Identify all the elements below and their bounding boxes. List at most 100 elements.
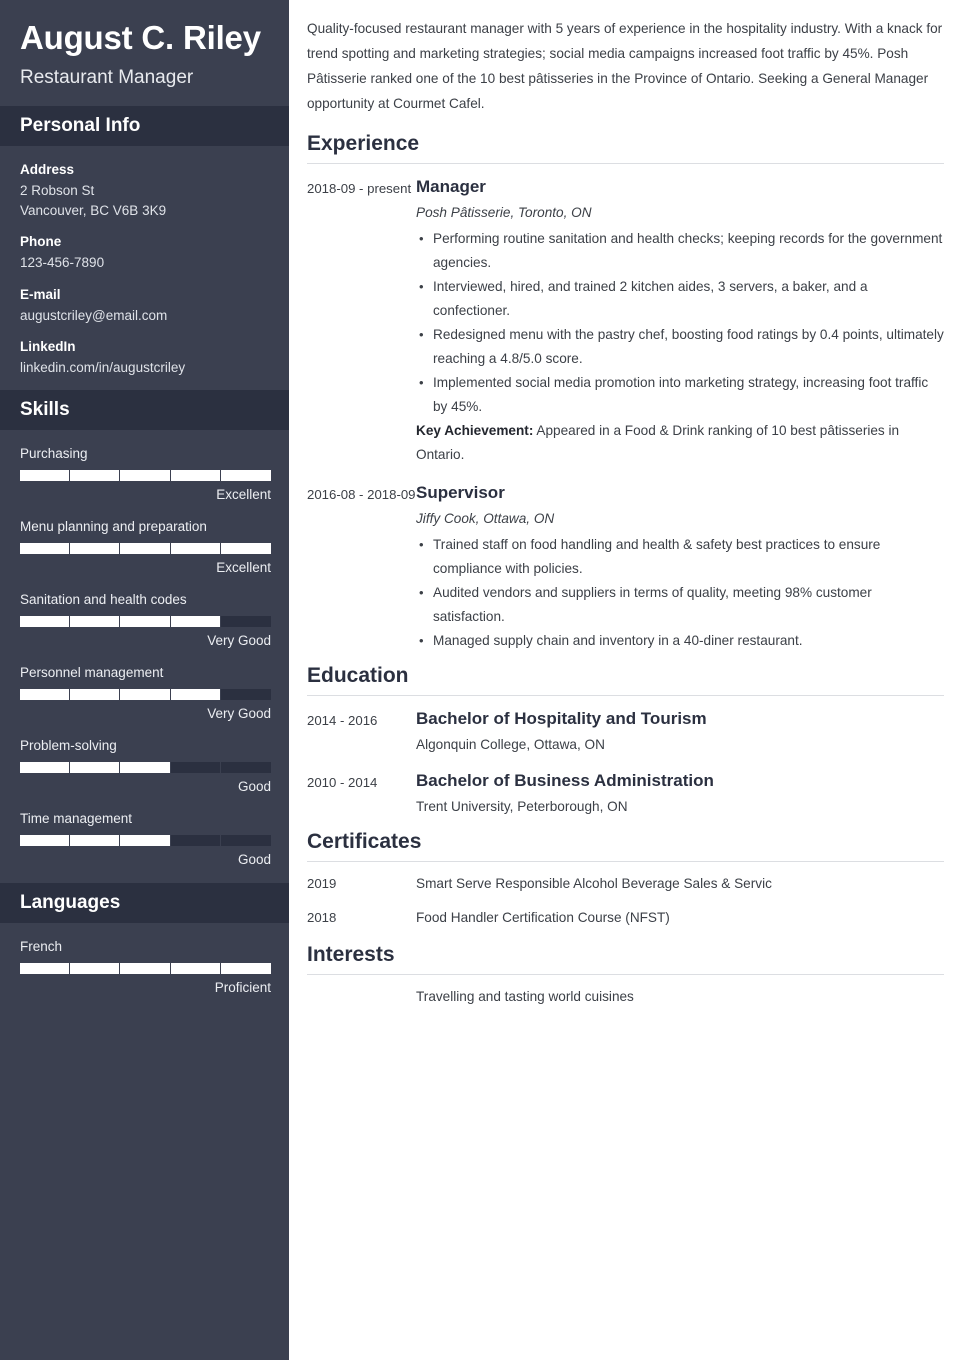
skill-item: Purchasing Excellent [20,444,271,504]
bar-segment [120,761,171,773]
certificate-row: 2019 Smart Serve Responsible Alcohol Bev… [307,873,944,895]
language-level-bar [20,962,271,974]
bar-segment [20,834,71,846]
skill-name: Purchasing [20,445,88,461]
section-divider [307,695,944,696]
skill-item: Sanitation and health codes Very Good [20,590,271,650]
entry-bullets: Performing routine sanitation and health… [416,227,944,419]
entry-dates: 2010 - 2014 [307,775,378,790]
entry-details: Manager Posh Pâtisserie, Toronto, ON Per… [416,175,944,467]
info-label: E-mail [20,286,61,302]
bar-segment [70,688,121,700]
info-value: Vancouver, BC V6B 3K9 [20,202,167,218]
skills-body: Purchasing Excellent Menu planning and p… [0,430,289,883]
entry-details: Supervisor Jiffy Cook, Ottawa, ON Traine… [416,481,944,653]
personal-info-heading: Personal Info [20,115,141,136]
skill-name: Time management [20,810,133,826]
bar-segment [171,834,221,846]
certificates-section: Certificates 2019 Smart Serve Responsibl… [307,829,944,929]
bar-segment [20,615,71,627]
skill-level-bar [20,688,271,700]
certificates-heading: Certificates [307,830,422,853]
bullet-item: Redesigned menu with the pastry chef, bo… [416,323,944,371]
bar-segment [120,469,171,481]
interest-text: Travelling and tasting world cuisines [416,989,634,1004]
entry-bullets: Trained staff on food handling and healt… [416,533,944,653]
certificate-name: Food Handler Certification Course (NFST) [416,910,670,925]
entry-role: Supervisor [416,483,505,502]
key-achievement: Key Achievement: Appeared in a Food & Dr… [416,419,944,467]
degree-title: Bachelor of Hospitality and Tourism [416,709,707,728]
skill-level-bar [20,761,271,773]
key-achievement-label: Key Achievement: [416,423,534,438]
skill-level-label: Excellent [216,486,271,502]
skill-level-label: Very Good [207,705,271,721]
certificate-year: 2018 [307,910,337,925]
bullet-item: Implemented social media promotion into … [416,371,944,419]
bar-segment [120,688,171,700]
skill-level-bar [20,615,271,627]
bar-segment [170,542,221,554]
entry-dates: 2016-08 - 2018-09 [307,487,416,502]
bar-segment [220,542,271,554]
school-name: Algonquin College, Ottawa, ON [416,737,605,752]
skill-level-label: Excellent [216,559,271,575]
info-label: Address [20,162,75,177]
entry-role: Manager [416,177,486,196]
certificate-row: 2018 Food Handler Certification Course (… [307,907,944,929]
skill-level-bar [20,542,271,554]
skill-item: Problem-solving Good [20,736,271,796]
degree-title: Bachelor of Business Administration [416,771,714,790]
skill-item: Menu planning and preparation Excellent [20,517,271,577]
info-group-linkedin: LinkedIn linkedin.com/in/augustcriley [20,337,269,378]
resume-page: August C. Riley Restaurant Manager Perso… [0,0,962,1360]
entry-organization: Posh Pâtisserie, Toronto, ON [416,205,592,220]
info-value[interactable]: linkedin.com/in/augustcriley [20,358,269,378]
bar-segment [70,542,121,554]
experience-heading: Experience [307,132,420,155]
bar-segment [220,962,271,974]
language-item: French Proficient [20,937,271,997]
certificate-year: 2019 [307,876,337,891]
skill-item: Personnel management Very Good [20,663,271,723]
interest-row: Travelling and tasting world cuisines [307,986,944,1008]
main-content: Quality-focused restaurant manager with … [289,0,962,1360]
full-name: August C. Riley [20,19,261,56]
languages-body: French Proficient [0,923,289,1011]
bullet-item: Trained staff on food handling and healt… [416,533,944,581]
entry-details: Bachelor of Hospitality and Tourism Algo… [416,707,944,756]
bar-segment [120,615,171,627]
skill-level-bar [20,834,271,846]
entry-organization: Jiffy Cook, Ottawa, ON [416,511,555,526]
info-label: Phone [20,234,62,249]
section-divider [307,163,944,164]
skill-name: Sanitation and health codes [20,591,187,607]
section-divider [307,861,944,862]
professional-summary: Quality-focused restaurant manager with … [307,21,943,111]
skill-level-label: Very Good [207,632,271,648]
bar-segment [20,688,71,700]
bar-segment [120,542,171,554]
entry-dates: 2014 - 2016 [307,713,378,728]
interests-section: Interests Travelling and tasting world c… [307,942,944,1008]
bar-segment [120,834,171,846]
bar-segment [221,616,271,627]
skill-level-bar [20,469,271,481]
name-block: August C. Riley Restaurant Manager [0,0,289,106]
skill-level-label: Good [237,851,271,867]
bullet-item: Audited vendors and suppliers in terms o… [416,581,944,629]
bar-segment [20,962,71,974]
skill-level-label: Good [237,778,271,794]
skill-name: Menu planning and preparation [20,518,207,534]
info-group-phone: Phone 123-456-7890 [20,232,269,273]
sidebar: August C. Riley Restaurant Manager Perso… [0,0,289,1360]
entry-details: Bachelor of Business Administration Tren… [416,769,944,818]
education-heading: Education [307,664,409,687]
info-value[interactable]: augustcriley@email.com [20,306,269,326]
bullet-item: Performing routine sanitation and health… [416,227,944,275]
experience-entry: 2018-09 - present Manager Posh Pâtisseri… [307,175,944,467]
education-entry: 2010 - 2014 Bachelor of Business Adminis… [307,769,944,818]
bar-segment [170,469,221,481]
section-divider [307,974,944,975]
skills-header: Skills [0,389,289,430]
